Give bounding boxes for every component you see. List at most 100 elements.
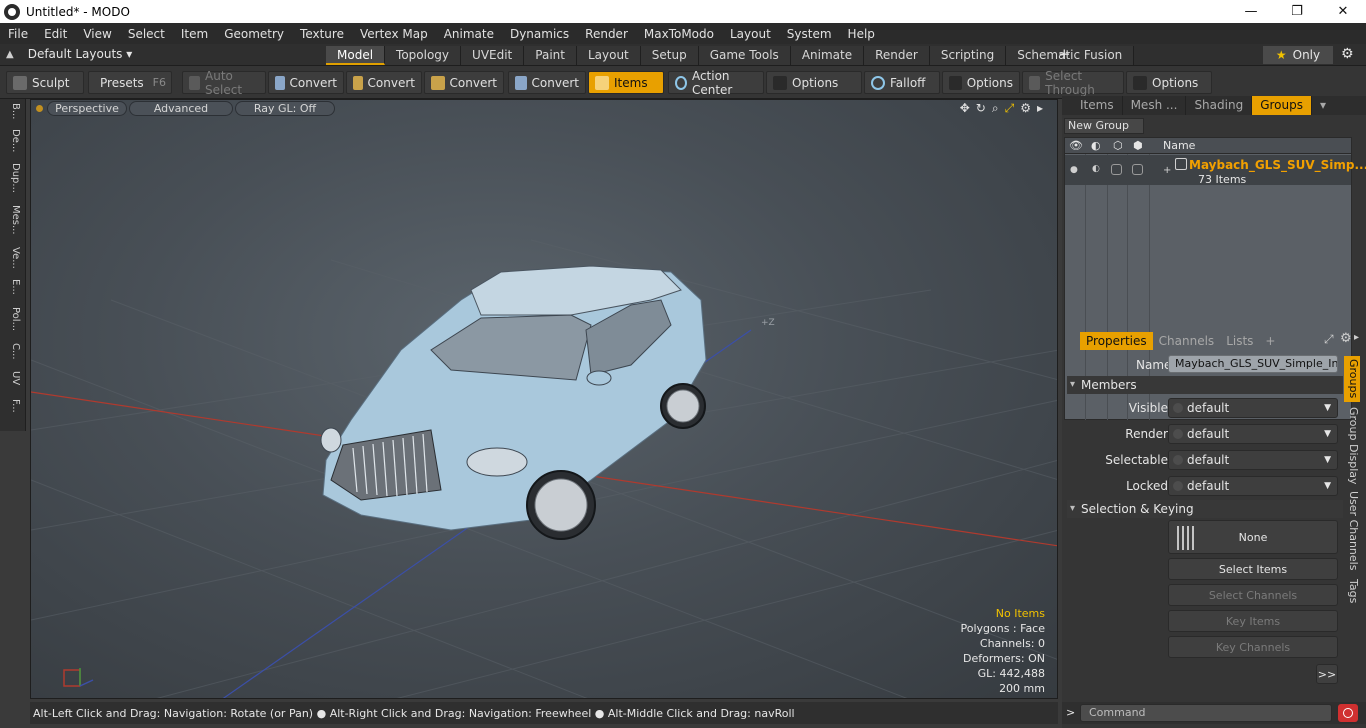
close-button[interactable]: ✕ [1320,0,1366,23]
locked-select[interactable]: default ▼ [1168,476,1338,496]
viewport-gear-icon[interactable]: ⚙ [1020,101,1031,116]
tab-animate[interactable]: Animate [790,46,865,65]
strip-tab-f[interactable]: F... [5,399,21,413]
lock-col-icon[interactable]: ⬢ [1133,139,1143,152]
vtab-groups[interactable]: Groups [1344,356,1360,402]
strip-tab-pol[interactable]: Pol... [5,307,21,331]
visibility-col-icon[interactable]: 👁 [1069,139,1083,152]
visible-select[interactable]: default ▼ [1168,398,1338,418]
strip-tab-dup[interactable]: Dup... [5,163,21,193]
name-column-header[interactable]: Name [1163,139,1195,152]
selection-keying-section[interactable]: Selection & Keying [1067,500,1343,518]
tabs-dropdown-icon[interactable]: ▾ [1312,96,1334,115]
tab-lists[interactable]: Lists [1220,332,1259,350]
tab-mesh[interactable]: Mesh ... [1123,96,1187,115]
convert-button-1[interactable]: Convert [268,71,344,94]
3d-viewport[interactable]: Perspective Advanced Ray GL: Off ✥ ↻ ⌕ ⤢… [30,99,1058,699]
menu-maxtomodo[interactable]: MaxToModo [636,27,722,41]
zoom-view-icon[interactable]: ⌕ [992,101,999,116]
maximize-button[interactable]: ❐ [1274,0,1320,23]
tab-game-tools[interactable]: Game Tools [698,46,791,65]
viewport-menu-dot-icon[interactable] [36,105,43,112]
select-items-button[interactable]: Select Items [1168,558,1338,580]
menu-layout[interactable]: Layout [722,27,779,41]
tab-uvedit[interactable]: UVEdit [461,46,525,65]
action-center-button[interactable]: Action Center [668,69,764,97]
key-channels-button[interactable]: Key Channels [1168,636,1338,658]
raygl-button[interactable]: Ray GL: Off [235,101,335,116]
record-macro-icon[interactable] [1338,704,1358,722]
convert-button-3[interactable]: Convert [424,71,504,94]
tab-topology[interactable]: Topology [385,46,462,65]
menu-render[interactable]: Render [577,27,636,41]
presets-button[interactable]: Presets F6 [88,71,172,94]
row-render-icon[interactable]: ◐ [1092,164,1100,174]
layouts-dropdown[interactable]: Default Layouts ▾ [28,47,133,61]
tab-render[interactable]: Render [864,46,930,65]
minimize-button[interactable]: — [1228,0,1274,23]
expand-plus-icon[interactable]: + [1163,165,1171,176]
menu-edit[interactable]: Edit [36,27,75,41]
collapse-arrow-icon[interactable]: ▲ [6,49,14,60]
gear-icon[interactable]: ⚙ [1341,46,1354,62]
menu-dynamics[interactable]: Dynamics [502,27,577,41]
strip-tab-ve[interactable]: Ve... [5,247,21,269]
panel-arrow-icon[interactable]: ▸ [1354,332,1359,343]
vtab-user-channels[interactable]: User Channels [1344,490,1360,572]
options-button-1[interactable]: Options [766,71,862,94]
vtab-group-display[interactable]: Group Display [1344,406,1360,486]
fit-view-icon[interactable]: ⤢ [1005,101,1015,116]
add-tab-plus-icon[interactable]: + [1259,332,1281,350]
menu-animate[interactable]: Animate [436,27,502,41]
render-select[interactable]: default ▼ [1168,424,1338,444]
falloff-button[interactable]: Falloff [864,71,940,94]
only-toggle[interactable]: ★ Only [1263,46,1333,64]
group-name[interactable]: Maybach_GLS_SUV_Simp... [1189,158,1366,172]
sculpt-button[interactable]: Sculpt [6,71,84,94]
tab-layout[interactable]: Layout [576,46,641,65]
members-section[interactable]: Members [1067,376,1343,394]
panel-gear-icon[interactable]: ⚙ [1340,331,1352,346]
selectable-select[interactable]: default ▼ [1168,450,1338,470]
menu-geometry[interactable]: Geometry [216,27,292,41]
strip-tab-c[interactable]: C... [5,343,21,360]
menu-texture[interactable]: Texture [292,27,352,41]
tab-paint[interactable]: Paint [524,46,577,65]
strip-tab-de[interactable]: De... [5,129,21,152]
viewport-expand-icon[interactable]: ▸ [1037,101,1043,116]
menu-view[interactable]: View [75,27,119,41]
new-group-button[interactable]: New Group [1064,118,1144,134]
convert-button-2[interactable]: Convert [346,71,422,94]
select-through-button[interactable]: Select Through [1022,69,1124,97]
tab-channels[interactable]: Channels [1153,332,1221,350]
row-visible-icon[interactable]: ● [1070,165,1078,175]
group-name-input[interactable]: Maybach_GLS_SUV_Simple_Inter [1168,355,1338,373]
command-input[interactable]: Command [1080,704,1332,722]
options-button-3[interactable]: Options [1126,71,1212,94]
options-button-2[interactable]: Options [942,71,1020,94]
key-items-button[interactable]: Key Items [1168,610,1338,632]
strip-tab-mes[interactable]: Mes... [5,205,21,235]
vtab-tags[interactable]: Tags [1344,576,1360,606]
select-col-icon[interactable]: ⬡ [1113,139,1123,152]
move-view-icon[interactable]: ✥ [960,101,970,116]
panel-expand-icon[interactable]: ⤢ [1324,332,1334,347]
tab-scripting[interactable]: Scripting [929,46,1007,65]
strip-tab-b[interactable]: B... [5,103,21,119]
tab-model[interactable]: Model [326,46,386,65]
render-col-icon[interactable]: ◐ [1091,139,1101,152]
tab-items[interactable]: Items [1062,96,1123,115]
advanced-button[interactable]: Advanced [129,101,233,116]
menu-item[interactable]: Item [173,27,216,41]
menu-select[interactable]: Select [120,27,173,41]
row-select-checkbox[interactable] [1111,164,1122,175]
strip-tab-e[interactable]: E... [5,279,21,295]
tab-properties[interactable]: Properties [1080,332,1153,350]
convert-button-4[interactable]: Convert [508,71,586,94]
select-none-button[interactable]: None [1168,520,1338,554]
more-button[interactable]: >> [1316,664,1338,684]
group-row[interactable]: ● ◐ + Maybach_GLS_SUV_Simp... 73 Items [1065,155,1366,186]
items-mode-button[interactable]: Items [588,71,664,94]
strip-tab-uv[interactable]: UV [5,371,21,385]
tab-shading[interactable]: Shading [1186,96,1253,115]
